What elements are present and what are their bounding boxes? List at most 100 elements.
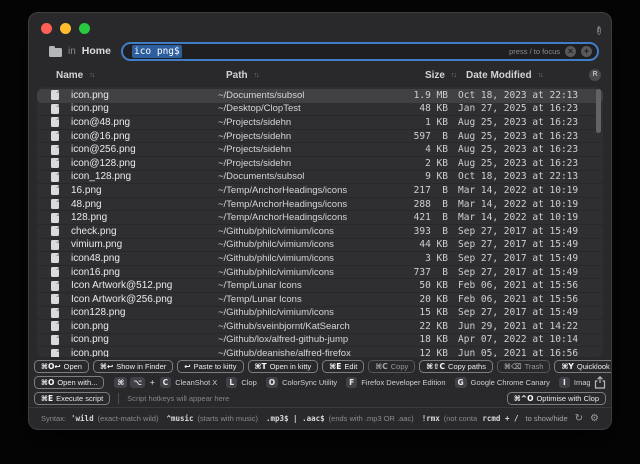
file-path-cell: ~/Temp/AnchorHeadings/icons: [218, 185, 368, 196]
hotkey-keys-label: ⌘T: [255, 362, 267, 371]
syntax-code: !rmx: [422, 414, 440, 423]
file-size-cell: 15 KB: [368, 307, 448, 318]
hotkey-action-label: Trash: [525, 362, 544, 371]
file-icon: [51, 185, 59, 195]
table-row[interactable]: 48.png ~/Temp/AnchorHeadings/icons 288 B…: [37, 198, 603, 212]
hotkey-action-button[interactable]: ⌘T Open in kitty: [248, 360, 319, 373]
open-with-app[interactable]: F Firefox Developer Edition: [346, 377, 445, 388]
file-size-cell: 393 B: [368, 226, 448, 237]
hotkey-action-button[interactable]: ⌘C Copy: [368, 360, 415, 373]
modifier-keycap: ⌘: [114, 377, 127, 388]
column-header-size[interactable]: Size ↑↓: [376, 70, 456, 81]
table-row[interactable]: icon.png ~/Github/lox/alfred-github-jump…: [37, 334, 603, 348]
table-row[interactable]: icon.png ~/Documents/subsol 1.9 MB Oct 1…: [37, 89, 603, 103]
hotkey-action-button[interactable]: ⌘↩ Show in Finder: [93, 360, 173, 373]
hotkey-action-label: Paste to kitty: [194, 362, 237, 371]
app-name-label: Google Chrome Canary: [471, 378, 550, 387]
table-row[interactable]: icon@256.png ~/Projects/sidehn 4 KB Aug …: [37, 143, 603, 157]
search-input[interactable]: ico png$ press / to focus × +: [121, 42, 599, 61]
table-row[interactable]: icon48.png ~/Github/philc/vimium/icons 3…: [37, 252, 603, 266]
open-with-app[interactable]: G Google Chrome Canary: [455, 377, 550, 388]
table-row[interactable]: icon.png ~/Github/sveinbjornt/KatSearch …: [37, 320, 603, 334]
open-with-button[interactable]: ⌘O Open with...: [34, 376, 104, 389]
open-with-app[interactable]: I ImageOptim: [559, 377, 590, 388]
script-hint-label: Script hotkeys will appear here: [127, 394, 229, 403]
titlebar: !: [29, 13, 611, 35]
table-row[interactable]: icon@128.png ~/Projects/sidehn 2 KB Aug …: [37, 157, 603, 171]
file-icon: [51, 240, 59, 250]
file-size-cell: 12 KB: [368, 348, 448, 357]
file-size-cell: 217 B: [368, 185, 448, 196]
execute-script-button[interactable]: ⌘E Execute script: [34, 392, 110, 405]
syntax-code: .mp3$ | .aac$: [266, 414, 325, 423]
table-row[interactable]: check.png ~/Github/philc/vimium/icons 39…: [37, 225, 603, 239]
hotkey-action-button[interactable]: ⌘Y Quicklook: [554, 360, 612, 373]
table-row[interactable]: 128.png ~/Temp/AnchorHeadings/icons 421 …: [37, 211, 603, 225]
traffic-lights: [41, 23, 90, 34]
hotkey-action-button[interactable]: ⌘O↩ Open: [34, 360, 89, 373]
column-header-name[interactable]: Name ↑↓: [37, 70, 226, 81]
file-name-cell: icon16.png: [71, 267, 218, 278]
optimise-with-clop-button[interactable]: ⌘^O Optimise with Clop: [507, 392, 606, 405]
open-with-app[interactable]: O ColorSync Utility: [266, 377, 337, 388]
hotkey-action-label: Edit: [344, 362, 357, 371]
gear-icon[interactable]: ⚙: [590, 413, 599, 424]
file-path-cell: ~/Temp/Lunar Icons: [218, 294, 368, 305]
minimize-button[interactable]: [60, 23, 71, 34]
sort-arrows-icon: ↑↓: [538, 72, 543, 79]
table-row[interactable]: icon.png ~/Github/deanishe/alfred-firefo…: [37, 347, 603, 357]
refresh-icon[interactable]: ↻: [575, 413, 583, 424]
share-icon[interactable]: [594, 376, 606, 389]
hotkey-action-button[interactable]: ⌘⇧C Copy paths: [419, 360, 493, 373]
notification-icon[interactable]: !: [597, 26, 601, 35]
scrollbar-thumb[interactable]: [596, 89, 601, 133]
file-icon: [51, 226, 59, 236]
file-icon: [51, 90, 59, 100]
table-row[interactable]: icon16.png ~/Github/philc/vimium/icons 7…: [37, 266, 603, 280]
syntax-description: (starts with music): [198, 414, 258, 423]
table-row[interactable]: icon@48.png ~/Projects/sidehn 1 KB Aug 2…: [37, 116, 603, 130]
open-with-app[interactable]: C CleanShot X: [160, 377, 218, 388]
table-row[interactable]: icon@16.png ~/Projects/sidehn 597 B Aug …: [37, 130, 603, 144]
file-name-cell: icon@128.png: [71, 158, 218, 169]
file-name-cell: Icon Artwork@256.png: [71, 294, 218, 305]
app-name-label: ColorSync Utility: [282, 378, 337, 387]
table-row[interactable]: icon128.png ~/Github/philc/vimium/icons …: [37, 307, 603, 321]
clear-search-icon[interactable]: ×: [565, 46, 576, 57]
file-date-cell: Oct 18, 2023 at 22:13: [458, 171, 595, 182]
hotkey-action-button[interactable]: ↩ Paste to kitty: [177, 360, 243, 373]
zoom-button[interactable]: [79, 23, 90, 34]
table-row[interactable]: vimium.png ~/Github/philc/vimium/icons 4…: [37, 239, 603, 253]
toolbar: in Home ico png$ press / to focus × +: [29, 35, 611, 63]
add-filter-icon[interactable]: +: [581, 46, 592, 57]
table-row[interactable]: icon_128.png ~/Documents/subsol 9 KB Oct…: [37, 171, 603, 185]
syntax-description: (exact-match wild): [98, 414, 159, 423]
hotkey-keys-label: ⌘O↩: [41, 362, 61, 371]
column-header-date-modified[interactable]: Date Modified ↑↓: [466, 70, 589, 81]
table-row[interactable]: 16.png ~/Temp/AnchorHeadings/icons 217 B…: [37, 184, 603, 198]
table-row[interactable]: Icon Artwork@256.png ~/Temp/Lunar Icons …: [37, 293, 603, 307]
toggle-hint-label: to show/hide: [526, 414, 568, 423]
file-date-cell: Sep 27, 2017 at 15:49: [458, 267, 595, 278]
syntax-token: !rmx (not containing rmx): [422, 414, 478, 423]
file-path-cell: ~/Github/philc/vimium/icons: [218, 239, 368, 250]
close-button[interactable]: [41, 23, 52, 34]
table-row[interactable]: icon.png ~/Desktop/ClopTest 48 KB Jan 27…: [37, 103, 603, 117]
file-size-cell: 44 KB: [368, 239, 448, 250]
file-name-cell: icon48.png: [71, 253, 218, 264]
hotkey-action-button[interactable]: ⌘E Edit: [322, 360, 364, 373]
hotkey-keys-label: ⌘C: [375, 362, 387, 371]
hotkey-keys-label: ↩: [184, 362, 190, 371]
open-with-row: ⌘O Open with... ⌘⌥ + C CleanShot X L Clo…: [33, 376, 607, 389]
hotkey-action-button[interactable]: ⌘⌫ Trash: [497, 360, 550, 373]
file-date-cell: Sep 27, 2017 at 15:49: [458, 226, 595, 237]
regex-mode-icon[interactable]: R: [589, 69, 601, 81]
table-row[interactable]: Icon Artwork@512.png ~/Temp/Lunar Icons …: [37, 279, 603, 293]
file-date-cell: Feb 06, 2021 at 15:56: [458, 280, 595, 291]
column-header-path[interactable]: Path ↑↓: [226, 70, 376, 81]
file-icon: [51, 199, 59, 209]
file-path-cell: ~/Projects/sidehn: [218, 158, 368, 169]
file-name-cell: 128.png: [71, 212, 218, 223]
open-with-app[interactable]: L Clop: [226, 377, 256, 388]
scope-location-label[interactable]: Home: [82, 45, 111, 57]
